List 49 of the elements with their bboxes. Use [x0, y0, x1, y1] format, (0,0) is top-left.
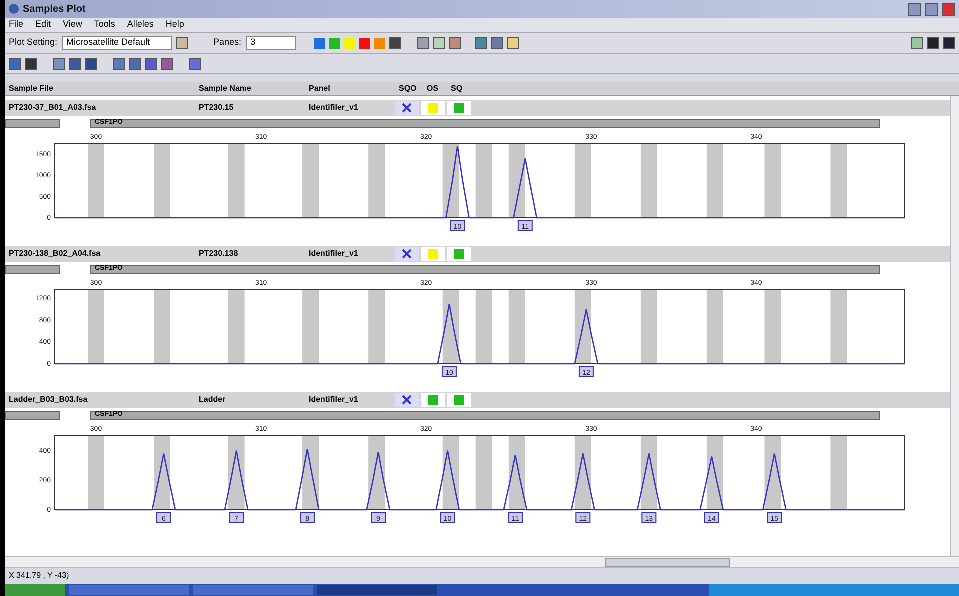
app-icon — [9, 4, 19, 14]
plot-setting-dropdown[interactable]: Microsatellite Default — [62, 36, 172, 50]
close-button[interactable] — [942, 2, 955, 16]
dye-button[interactable] — [314, 38, 325, 48]
menu-item[interactable]: Edit — [36, 18, 52, 32]
quality-cross-icon[interactable] — [395, 247, 419, 261]
quality-flag-icon[interactable] — [447, 247, 471, 261]
window-title: Samples Plot — [23, 2, 86, 16]
sample-name: Ladder — [198, 394, 227, 406]
scroll-thumb[interactable] — [605, 558, 730, 566]
panel-name: Identifiler_v1 — [308, 248, 360, 260]
menu-item[interactable]: Help — [166, 18, 184, 32]
start-button[interactable] — [5, 584, 65, 596]
panel-name: Identifiler_v1 — [308, 394, 360, 406]
vertical-scrollbar[interactable] — [950, 96, 959, 556]
sample-name: PT230.138 — [198, 248, 240, 260]
menu-item[interactable]: Alleles — [127, 18, 154, 32]
quality-cross-icon[interactable] — [395, 393, 419, 407]
menu-item[interactable]: Tools — [94, 18, 116, 32]
dye-button[interactable] — [358, 38, 370, 48]
quality-flag-icon[interactable] — [447, 101, 471, 115]
plot-setting-label: Plot Setting: — [9, 36, 58, 50]
sample-row[interactable]: Ladder_B03_B03.fsa Ladder Identifiler_v1 — [5, 392, 950, 408]
locus-bar — [5, 264, 60, 274]
column-header[interactable]: Panel — [305, 82, 395, 94]
menu-item[interactable]: View — [63, 18, 82, 32]
menu-item[interactable]: File — [9, 18, 24, 32]
sample-file: PT230-138_B02_A04.fsa — [8, 248, 102, 260]
sample-file: PT230-37_B01_A03.fsa — [8, 102, 98, 114]
quality-flag-icon[interactable] — [447, 393, 471, 407]
column-header[interactable]: Sample File — [5, 82, 195, 94]
sample-name: PT230.15 — [198, 102, 235, 114]
status-text: X 341.79 , Y -43) — [9, 570, 70, 582]
locus-bar — [5, 410, 60, 420]
column-header[interactable]: SQ — [447, 82, 471, 94]
horizontal-scrollbar[interactable] — [5, 556, 959, 568]
sample-row[interactable]: PT230-37_B01_A03.fsa PT230.15 Identifiler_v1 — [5, 100, 950, 116]
sample-row[interactable]: PT230-138_B02_A04.fsa PT230.138 Identifiler_v1 — [5, 246, 950, 262]
panes-dropdown[interactable]: 3 — [246, 36, 296, 50]
maximize-button[interactable] — [925, 2, 938, 16]
sample-file: Ladder_B03_B03.fsa — [8, 394, 89, 406]
quality-cross-icon[interactable] — [395, 101, 419, 115]
column-header[interactable]: OS — [423, 82, 447, 94]
panel-name: Identifiler_v1 — [308, 102, 360, 114]
minimize-button[interactable] — [908, 2, 921, 16]
column-header[interactable]: SQO — [395, 82, 423, 94]
column-header[interactable]: Sample Name — [195, 82, 305, 94]
panes-label: Panes: — [214, 36, 242, 50]
locus-bar — [5, 118, 60, 128]
